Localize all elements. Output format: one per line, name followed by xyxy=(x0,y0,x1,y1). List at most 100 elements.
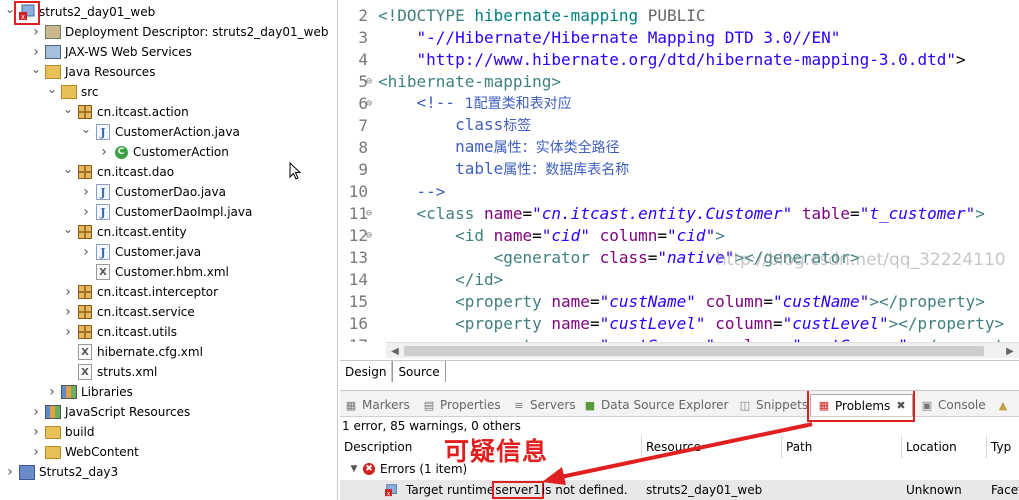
tree-item-label: struts2_day01_web xyxy=(39,5,156,19)
tree-item[interactable]: struts.xml xyxy=(62,362,157,382)
tab-overflow[interactable]: ▲ xyxy=(996,394,1014,416)
chevron-right-icon[interactable]: › xyxy=(98,144,110,160)
tree-item-label: Java Resources xyxy=(65,65,156,79)
chevron-right-icon[interactable]: › xyxy=(62,284,74,300)
tree-item[interactable]: › build xyxy=(30,422,94,442)
code-line[interactable]: 9 table属性：数据库表名称 xyxy=(340,158,629,180)
close-icon[interactable]: ✖ xyxy=(896,399,905,412)
line-number: 7 xyxy=(358,115,368,135)
code-line[interactable]: 12 ⊖ <id name="cid" column="cid"> xyxy=(340,224,725,246)
chevron-down-icon[interactable]: ⌄ xyxy=(46,82,58,96)
code-line[interactable]: 8 name属性：实体类全路径 xyxy=(340,136,619,158)
chevron-right-icon[interactable]: › xyxy=(30,444,42,460)
code-line[interactable]: 4 "http://www.hibernate.org/dtd/hibernat… xyxy=(340,48,965,70)
column-resource[interactable]: Resource xyxy=(642,436,782,458)
tab-source[interactable]: Source xyxy=(392,361,446,382)
chevron-right-icon[interactable]: › xyxy=(4,464,16,480)
chevron-down-icon[interactable]: ▼ xyxy=(348,463,360,475)
tree-item[interactable]: ⌄ cn.itcast.action xyxy=(62,102,189,122)
tree-item-label: CustomerDao.java xyxy=(115,185,226,199)
chevron-right-icon[interactable]: › xyxy=(30,424,42,440)
chevron-right-icon[interactable]: › xyxy=(30,44,42,60)
chevron-right-icon[interactable]: › xyxy=(46,384,58,400)
tree-item[interactable]: hibernate.cfg.xml xyxy=(62,342,203,362)
code-line[interactable]: 2 <!DOCTYPE hibernate-mapping PUBLIC xyxy=(340,4,705,26)
tab-markers-label: Markers xyxy=(362,398,410,412)
scrollbar-thumb[interactable] xyxy=(404,346,984,356)
fold-toggle-icon[interactable]: ⊖ xyxy=(366,230,378,241)
tab-properties[interactable]: ▤ Properties xyxy=(422,394,501,416)
xml-editor[interactable]: 2 <!DOCTYPE hibernate-mapping PUBLIC 3 "-/… xyxy=(340,0,1019,382)
tree-item[interactable]: › cn.itcast.interceptor xyxy=(62,282,218,302)
tree-item[interactable]: ⌄ x struts2_day01_web xyxy=(4,2,155,22)
tree-item[interactable]: › CustomerDao.java xyxy=(80,182,226,202)
chevron-down-icon[interactable]: ⌄ xyxy=(62,102,74,116)
tab-markers[interactable]: ▦ Markers xyxy=(344,394,410,416)
folder-icon xyxy=(45,424,61,440)
code-line[interactable]: 7 class标签 xyxy=(340,114,531,136)
tree-item[interactable]: ⌄ cn.itcast.entity xyxy=(62,222,187,242)
tree-item-label: Struts2_day3 xyxy=(39,465,119,479)
code-area[interactable]: 2 <!DOCTYPE hibernate-mapping PUBLIC 3 "-/… xyxy=(340,4,1019,343)
code-line[interactable]: 6 ⊖ <!-- 1配置类和表对应 xyxy=(340,92,571,114)
code-line[interactable]: 3 "-//Hibernate/Hibernate Mapping DTD 3.… xyxy=(340,26,840,48)
fold-toggle-icon[interactable]: ⊖ xyxy=(366,76,378,87)
code-line[interactable]: 14 </id> xyxy=(340,268,504,290)
tree-item[interactable]: › WebContent xyxy=(30,442,139,462)
code-line[interactable]: 5 ⊖ <hibernate-mapping> xyxy=(340,70,561,92)
tree-item[interactable]: › Libraries xyxy=(46,382,133,402)
column-path[interactable]: Path xyxy=(782,436,902,458)
horizontal-scrollbar[interactable]: ◀ ▶ xyxy=(386,342,1019,358)
properties-icon: ▤ xyxy=(423,398,435,412)
errors-group-row[interactable]: ▼ ✖ Errors (1 item) xyxy=(340,459,1019,479)
chevron-right-icon[interactable]: › xyxy=(62,324,74,340)
tab-snippets[interactable]: ◫ Snippets xyxy=(738,394,808,416)
table-row[interactable]: x Target runtime server1 is not defined.… xyxy=(340,480,1019,500)
chevron-right-icon[interactable]: › xyxy=(62,304,74,320)
tree-item[interactable]: › cn.itcast.service xyxy=(62,302,195,322)
tree-item[interactable]: ⌄ cn.itcast.dao xyxy=(62,162,174,182)
chevron-down-icon[interactable]: ⌄ xyxy=(62,222,74,236)
column-type[interactable]: Typ xyxy=(987,436,1019,458)
code-line[interactable]: 11 ⊖ <class name="cn.itcast.entity.Custom… xyxy=(340,202,985,224)
chevron-down-icon[interactable]: ⌄ xyxy=(30,62,42,76)
tree-item[interactable]: › Struts2_day3 xyxy=(4,462,118,482)
tab-console[interactable]: ▣ Console xyxy=(920,394,986,416)
chevron-down-icon[interactable]: ⌄ xyxy=(80,122,92,136)
scroll-right-icon[interactable]: ▶ xyxy=(1003,344,1017,358)
code-line[interactable]: 17 <property name="custSource" column="c… xyxy=(340,334,1019,343)
tab-data-source-explorer[interactable]: ■ Data Source Explorer xyxy=(583,394,729,416)
tree-item[interactable]: › Deployment Descriptor: struts2_day01_we… xyxy=(30,22,328,42)
chevron-right-icon[interactable]: › xyxy=(30,404,42,420)
code-line[interactable]: 15 <property name="custName" column="cus… xyxy=(340,290,985,312)
tree-item[interactable]: › CustomerAction xyxy=(98,142,229,162)
tree-item-label: cn.itcast.utils xyxy=(97,325,178,339)
tree-item[interactable]: ⌄ CustomerAction.java xyxy=(80,122,240,142)
chevron-right-icon[interactable]: › xyxy=(30,24,42,40)
tree-item[interactable]: › JavaScript Resources xyxy=(30,402,190,422)
fold-toggle-icon[interactable]: ⊖ xyxy=(366,208,378,219)
tree-item[interactable]: › Customer.java xyxy=(80,242,201,262)
tree-item[interactable]: ⌄ src xyxy=(46,82,99,102)
code-line[interactable]: 10 --> xyxy=(340,180,446,202)
chevron-right-icon[interactable]: › xyxy=(80,244,92,260)
tab-servers[interactable]: ≡ Servers xyxy=(512,394,575,416)
column-location[interactable]: Location xyxy=(902,436,987,458)
tree-item[interactable]: Customer.hbm.xml xyxy=(80,262,229,282)
chevron-down-icon[interactable]: ⌄ xyxy=(62,162,74,176)
chevron-down-icon[interactable]: ⌄ xyxy=(4,2,16,16)
chevron-right-icon[interactable]: › xyxy=(80,204,92,220)
java-file-icon xyxy=(95,184,111,200)
fold-toggle-icon[interactable]: ⊖ xyxy=(366,98,378,109)
code-line[interactable]: 16 <property name="custLevel" column="cu… xyxy=(340,312,1004,334)
tree-item[interactable]: › CustomerDaoImpl.java xyxy=(80,202,252,222)
tab-problems[interactable]: ▦ Problems ✖ xyxy=(810,394,913,416)
scroll-left-icon[interactable]: ◀ xyxy=(388,344,402,358)
tree-item[interactable]: › JAX-WS Web Services xyxy=(30,42,192,62)
chevron-right-icon[interactable]: › xyxy=(80,184,92,200)
tree-item[interactable]: › cn.itcast.utils xyxy=(62,322,177,342)
watermark-text: http://blog.csdn.net/qq_32224110 xyxy=(716,250,1006,270)
tab-design[interactable]: Design xyxy=(340,361,393,382)
tree-item[interactable]: ⌄ Java Resources xyxy=(30,62,155,82)
